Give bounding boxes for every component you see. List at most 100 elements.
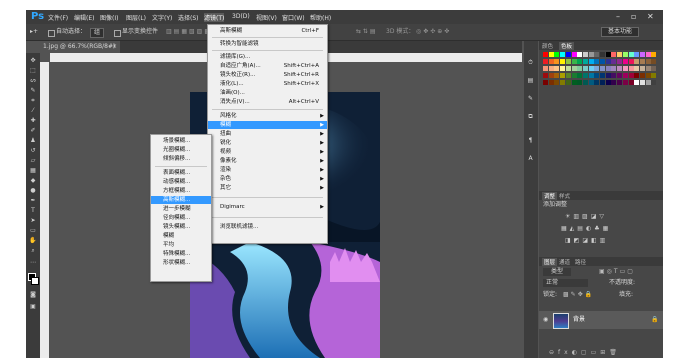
color-swatch[interactable] — [639, 73, 645, 78]
blur-tool-icon[interactable]: ◆ — [29, 177, 37, 184]
filter-menu-item[interactable]: 浏览联机滤镜... — [208, 223, 327, 231]
color-swatch[interactable] — [617, 59, 623, 64]
tab-paths[interactable]: 路径 — [575, 258, 586, 266]
color-swatch[interactable] — [628, 80, 634, 85]
color-swatch[interactable] — [588, 59, 594, 64]
color-swatch[interactable] — [571, 66, 577, 71]
filter-menu-item[interactable]: 风格化 ▶ — [208, 112, 327, 120]
paragraph-icon[interactable]: ¶ — [527, 137, 534, 144]
color-swatch[interactable] — [617, 66, 623, 71]
healing-tool-icon[interactable]: ✚ — [29, 117, 37, 124]
color-swatch[interactable] — [577, 66, 583, 71]
color-swatch[interactable] — [600, 80, 605, 85]
blur-submenu-item[interactable]: 方框模糊... — [151, 187, 211, 195]
filter-menu-item[interactable]: 扭曲 ▶ — [208, 130, 327, 138]
blur-submenu-item[interactable]: 动感模糊... — [151, 178, 211, 186]
color-swatch[interactable] — [605, 52, 611, 57]
tab-layers[interactable]: 图层 — [542, 258, 558, 266]
color-swatch[interactable] — [588, 66, 594, 71]
color-swatch[interactable] — [543, 73, 548, 78]
quick-mask-icon[interactable]: ◙ — [29, 291, 37, 298]
visibility-eye-icon[interactable]: ◉ — [543, 316, 548, 324]
close-tab-icon[interactable]: × — [112, 43, 117, 51]
color-swatch[interactable] — [565, 66, 571, 71]
filter-menu-item[interactable]: 杂色 ▶ — [208, 175, 327, 183]
lasso-tool-icon[interactable]: ᔕ — [29, 77, 37, 84]
background-color-swatch[interactable] — [31, 277, 39, 285]
color-swatch[interactable] — [543, 80, 548, 85]
color-swatch[interactable] — [628, 52, 634, 57]
color-swatch[interactable] — [560, 73, 566, 78]
color-swatch[interactable] — [651, 80, 657, 85]
brush-panel-icon[interactable]: ✎ — [527, 95, 534, 102]
color-swatch[interactable] — [628, 59, 634, 64]
properties-icon[interactable]: ▤ — [527, 77, 534, 84]
color-swatch[interactable] — [594, 73, 600, 78]
adjustment-icons-row2[interactable]: ▦◭▤◐♣▦ — [561, 225, 611, 233]
color-swatch[interactable] — [622, 80, 628, 85]
color-swatch[interactable] — [548, 73, 554, 78]
color-swatch[interactable] — [548, 80, 554, 85]
auto-select-checkbox[interactable] — [48, 30, 55, 37]
color-swatch[interactable] — [582, 59, 588, 64]
pen-tool-icon[interactable]: ✒ — [29, 197, 37, 204]
menu-type[interactable]: 文字(Y) — [152, 13, 172, 22]
filter-menu-item[interactable]: 油画(O)... — [208, 89, 327, 97]
menu-layer[interactable]: 图层(L) — [126, 13, 146, 22]
color-swatch[interactable] — [639, 59, 645, 64]
color-swatch[interactable] — [628, 73, 634, 78]
color-swatch[interactable] — [577, 80, 583, 85]
zoom-tool-icon[interactable]: ⌕ — [29, 247, 37, 254]
color-swatch[interactable] — [634, 52, 640, 57]
menu-3d[interactable]: 3D(D) — [232, 13, 250, 20]
align-icons[interactable]: ▥▤▦▧▨▩ — [166, 28, 212, 36]
color-swatch[interactable] — [611, 80, 617, 85]
color-swatch[interactable] — [611, 73, 617, 78]
blur-submenu-item[interactable]: 模糊 — [151, 232, 211, 240]
stamp-tool-icon[interactable]: ♟ — [29, 137, 37, 144]
adjustment-icons-row1[interactable]: ☀▥▨◪▽ — [565, 213, 607, 221]
maximize-button[interactable]: ▫ — [631, 12, 636, 21]
color-swatch[interactable] — [565, 73, 571, 78]
color-swatch[interactable] — [634, 80, 640, 85]
color-swatch[interactable] — [622, 52, 628, 57]
menu-select[interactable]: 选择(S) — [178, 13, 199, 22]
blur-submenu-item[interactable]: 场景模糊... — [151, 137, 211, 145]
color-swatch[interactable] — [571, 73, 577, 78]
filter-menu-item-blur[interactable]: 模糊 ▶ — [208, 121, 327, 129]
color-swatch[interactable] — [577, 73, 583, 78]
history-icon[interactable]: ⏱ — [527, 59, 534, 66]
color-swatch[interactable] — [611, 52, 617, 57]
minimize-button[interactable]: – — [616, 12, 620, 21]
blur-submenu-item[interactable]: 进一步模糊 — [151, 205, 211, 213]
color-swatch[interactable] — [582, 66, 588, 71]
color-swatch[interactable] — [588, 80, 594, 85]
color-swatch[interactable] — [651, 66, 657, 71]
screen-mode-icon[interactable]: ▣ — [29, 303, 37, 310]
character-icon[interactable]: A — [527, 155, 534, 162]
blur-submenu-item[interactable]: 特殊模糊... — [151, 250, 211, 258]
filter-menu-item[interactable]: 转换为智能滤镜 — [208, 40, 327, 48]
tab-channels[interactable]: 通道 — [559, 258, 570, 266]
color-swatch[interactable] — [582, 80, 588, 85]
tab-color[interactable]: 颜色 — [542, 42, 553, 50]
color-swatch[interactable] — [577, 59, 583, 64]
color-swatch[interactable] — [554, 59, 560, 64]
color-swatch[interactable] — [617, 80, 623, 85]
color-swatch[interactable] — [588, 52, 594, 57]
auto-select-dropdown[interactable]: 组 — [90, 28, 105, 38]
type-tool-icon[interactable]: T — [29, 207, 37, 214]
color-swatch[interactable] — [645, 59, 651, 64]
color-swatch[interactable] — [571, 80, 577, 85]
document-tab[interactable]: 1.jpg @ 66.7%(RGB/8#) × — [40, 41, 120, 53]
color-swatch[interactable] — [651, 52, 657, 57]
eraser-tool-icon[interactable]: ▱ — [29, 157, 37, 164]
color-swatch[interactable] — [651, 73, 657, 78]
tab-adjustments[interactable]: 调整 — [542, 192, 558, 200]
color-swatch[interactable] — [565, 52, 571, 57]
lock-icons[interactable]: ▩✎✥🔒 — [563, 291, 594, 299]
color-swatch[interactable] — [605, 73, 611, 78]
blur-submenu-item[interactable]: 径向模糊... — [151, 214, 211, 222]
color-swatch[interactable] — [605, 80, 611, 85]
color-swatch[interactable] — [651, 59, 657, 64]
